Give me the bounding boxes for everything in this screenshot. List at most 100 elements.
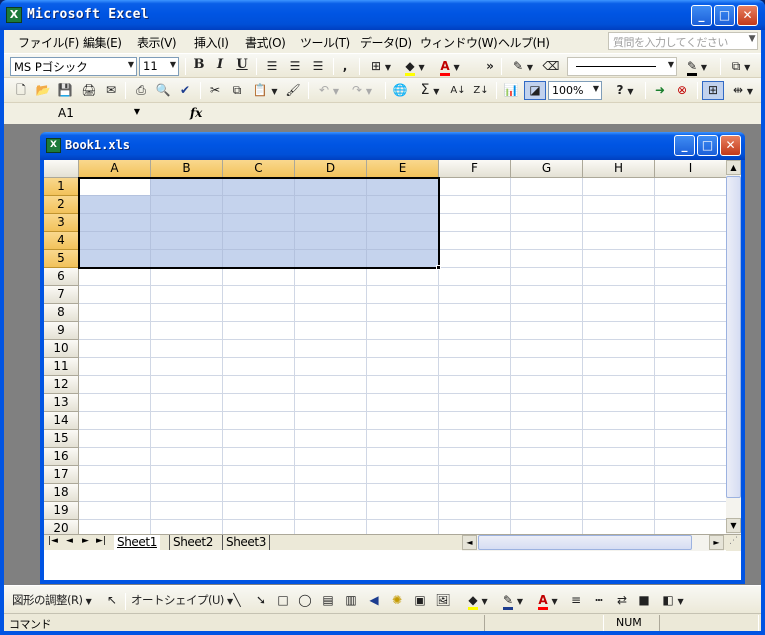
toolbar-options-button[interactable]: » — [485, 57, 495, 76]
cell-i5[interactable] — [655, 250, 726, 268]
cell-h3[interactable] — [583, 214, 655, 232]
column-header-i[interactable]: I — [655, 160, 726, 178]
name-box[interactable]: A1 ▼ — [6, 105, 144, 122]
cell-d9[interactable] — [295, 322, 367, 340]
align-right-button[interactable]: ☰ — [308, 57, 328, 76]
help-search-input[interactable]: 質問を入力してください ▼ — [608, 32, 758, 50]
cell-g14[interactable] — [511, 412, 583, 430]
font-color-button[interactable]: A ▼ — [434, 57, 466, 76]
column-header-c[interactable]: C — [223, 160, 295, 178]
cell-f14[interactable] — [439, 412, 511, 430]
cell-a16[interactable] — [79, 448, 151, 466]
column-header-g[interactable]: G — [511, 160, 583, 178]
row-header-2[interactable]: 2 — [44, 196, 79, 214]
cell-d8[interactable] — [295, 304, 367, 322]
column-header-e[interactable]: E — [367, 160, 439, 178]
draw-menu-button[interactable]: 図形の調整(R) ▼ — [12, 591, 92, 610]
underline-button[interactable]: U — [233, 57, 251, 76]
autosum-button[interactable]: Σ ▼ — [415, 81, 445, 100]
hyperlink-button[interactable]: 🌐 — [391, 81, 409, 100]
italic-button[interactable]: I — [211, 57, 229, 76]
cell-a11[interactable] — [79, 358, 151, 376]
cell-g6[interactable] — [511, 268, 583, 286]
cell-d2[interactable] — [295, 196, 367, 214]
vertical-scrollbar[interactable]: ▲ ▼ — [726, 160, 741, 534]
cell-c11[interactable] — [223, 358, 295, 376]
drawing-button[interactable]: ◪ — [524, 81, 546, 100]
menu-help[interactable]: ヘルプ(H) — [498, 34, 550, 51]
row-header-4[interactable]: 4 — [44, 232, 79, 250]
row-header-16[interactable]: 16 — [44, 448, 79, 466]
sheet-tab-sheet2[interactable]: Sheet2 — [169, 535, 216, 550]
cell-f20[interactable] — [439, 520, 511, 534]
cell-g3[interactable] — [511, 214, 583, 232]
cell-d19[interactable] — [295, 502, 367, 520]
cell-e8[interactable] — [367, 304, 439, 322]
cell-i11[interactable] — [655, 358, 726, 376]
cell-f4[interactable] — [439, 232, 511, 250]
copy-button[interactable]: ⧉ — [228, 81, 246, 100]
row-header-12[interactable]: 12 — [44, 376, 79, 394]
comma-style-button[interactable]: , — [338, 57, 352, 76]
row-header-9[interactable]: 9 — [44, 322, 79, 340]
row-header-18[interactable]: 18 — [44, 484, 79, 502]
align-left-button[interactable]: ☰ — [262, 57, 282, 76]
horizontal-scroll-thumb[interactable] — [478, 535, 692, 550]
diagram-button[interactable]: ✺ — [388, 591, 406, 610]
next-sheet-button[interactable]: ► — [82, 536, 89, 546]
cell-g11[interactable] — [511, 358, 583, 376]
cell-i13[interactable] — [655, 394, 726, 412]
cell-f1[interactable] — [439, 178, 511, 196]
cell-a19[interactable] — [79, 502, 151, 520]
cell-e2[interactable] — [367, 196, 439, 214]
cell-g12[interactable] — [511, 376, 583, 394]
cell-f11[interactable] — [439, 358, 511, 376]
cell-f3[interactable] — [439, 214, 511, 232]
cell-grid[interactable]: ABCDEFGHI 1 2 3 4 5 6 7 8 9 10 11 12 13 14 15 16 17 18 19 2… — [44, 160, 726, 534]
cell-h6[interactable] — [583, 268, 655, 286]
cell-c7[interactable] — [223, 286, 295, 304]
cell-c10[interactable] — [223, 340, 295, 358]
workbook-close-button[interactable]: ✕ — [720, 135, 741, 156]
cell-i3[interactable] — [655, 214, 726, 232]
cell-i20[interactable] — [655, 520, 726, 534]
cell-h19[interactable] — [583, 502, 655, 520]
line-style-select[interactable]: ▼ — [567, 57, 677, 76]
cell-c15[interactable] — [223, 430, 295, 448]
arrow-button[interactable]: ➘ — [252, 591, 270, 610]
cell-h17[interactable] — [583, 466, 655, 484]
bold-button[interactable]: B — [190, 57, 208, 76]
cell-h8[interactable] — [583, 304, 655, 322]
cell-f2[interactable] — [439, 196, 511, 214]
cell-b10[interactable] — [151, 340, 223, 358]
cell-i8[interactable] — [655, 304, 726, 322]
cut-button[interactable]: ✂ — [206, 81, 224, 100]
cell-a7[interactable] — [79, 286, 151, 304]
cell-a6[interactable] — [79, 268, 151, 286]
cell-e13[interactable] — [367, 394, 439, 412]
cell-g20[interactable] — [511, 520, 583, 534]
menu-tools[interactable]: ツール(T) — [300, 34, 350, 51]
cell-a10[interactable] — [79, 340, 151, 358]
cell-c20[interactable] — [223, 520, 295, 534]
cell-f19[interactable] — [439, 502, 511, 520]
email-button[interactable]: ✉ — [102, 81, 120, 100]
cell-g9[interactable] — [511, 322, 583, 340]
fill-handle[interactable] — [436, 265, 441, 270]
cell-e9[interactable] — [367, 322, 439, 340]
cell-f15[interactable] — [439, 430, 511, 448]
cell-d5[interactable] — [295, 250, 367, 268]
cell-d14[interactable] — [295, 412, 367, 430]
menu-window[interactable]: ウィンドウ(W) — [420, 34, 498, 51]
cell-h11[interactable] — [583, 358, 655, 376]
line-button[interactable]: ╲ — [228, 591, 246, 610]
cell-d11[interactable] — [295, 358, 367, 376]
cell-c6[interactable] — [223, 268, 295, 286]
sheet-tab-sheet3[interactable]: Sheet3 — [222, 535, 270, 550]
row-header-14[interactable]: 14 — [44, 412, 79, 430]
cell-a9[interactable] — [79, 322, 151, 340]
cell-b16[interactable] — [151, 448, 223, 466]
excel-app-icon[interactable]: X — [6, 7, 22, 23]
row-header-6[interactable]: 6 — [44, 268, 79, 286]
cell-b2[interactable] — [151, 196, 223, 214]
